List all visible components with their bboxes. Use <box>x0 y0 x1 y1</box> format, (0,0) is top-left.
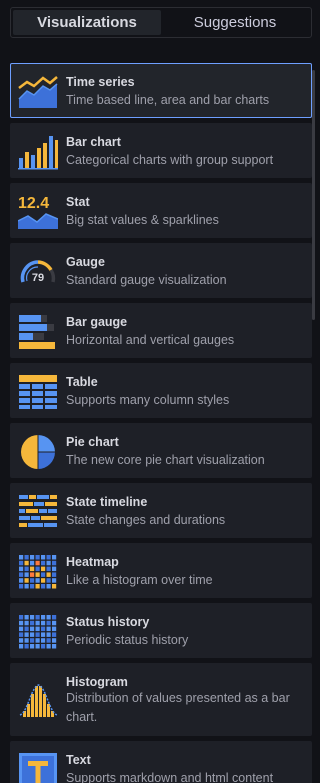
bar-gauge-icon <box>19 315 55 349</box>
viz-card-state-timeline[interactable]: State timeline State changes and duratio… <box>10 483 312 538</box>
viz-card-status-history[interactable]: Status history Periodic status history <box>10 603 312 658</box>
viz-title: Table <box>66 375 98 389</box>
gauge-icon: 79 <box>20 260 56 284</box>
visualization-picker: Visualizations Suggestions Time series T… <box>0 0 316 783</box>
viz-card-text[interactable]: Text Supports markdown and html content <box>10 741 312 783</box>
text-icon <box>19 753 57 783</box>
viz-card-bar-chart[interactable]: Bar chart Categorical charts with group … <box>10 123 312 178</box>
viz-title: Heatmap <box>66 555 119 569</box>
viz-card-bar-gauge[interactable]: Bar gauge Horizontal and vertical gauges <box>10 303 312 358</box>
heatmap-icon <box>19 555 57 589</box>
histogram-icon <box>19 684 58 717</box>
viz-description: Horizontal and vertical gauges <box>66 333 235 347</box>
viz-title: Time series <box>66 75 135 89</box>
viz-title: State timeline <box>66 495 148 509</box>
viz-card-stat[interactable]: 12.4 Stat Big stat values & sparklines <box>10 183 312 238</box>
tab-bar: Visualizations Suggestions <box>10 7 312 38</box>
viz-description: Periodic status history <box>66 633 189 647</box>
viz-title: Stat <box>66 195 90 209</box>
viz-description: State changes and durations <box>66 513 226 527</box>
viz-title: Bar gauge <box>66 315 128 329</box>
viz-title: Status history <box>66 615 150 629</box>
viz-card-table[interactable]: Table Supports many column styles <box>10 363 312 418</box>
viz-description: Like a histogram over time <box>66 573 213 587</box>
viz-title: Bar chart <box>66 135 121 149</box>
viz-card-pie-chart[interactable]: Pie chart The new core pie chart visuali… <box>10 423 312 478</box>
table-icon <box>19 375 57 409</box>
gauge-icon-value: 79 <box>32 272 44 284</box>
time-series-icon <box>18 76 58 108</box>
viz-description: Big stat values & sparklines <box>66 213 219 227</box>
scrollbar-thumb[interactable] <box>312 70 315 320</box>
viz-description: Categorical charts with group support <box>66 153 274 167</box>
bar-chart-icon <box>18 136 58 170</box>
viz-card-gauge[interactable]: 79 Gauge Standard gauge visualization <box>10 243 312 298</box>
status-history-icon <box>19 615 57 649</box>
viz-title: Pie chart <box>66 435 119 449</box>
viz-title: Histogram <box>66 675 128 689</box>
viz-description: The new core pie chart visualization <box>66 453 265 467</box>
viz-title: Text <box>66 753 91 767</box>
viz-description: Supports many column styles <box>66 393 230 407</box>
viz-title: Gauge <box>66 255 105 269</box>
tab-visualizations[interactable]: Visualizations <box>13 10 161 35</box>
stat-icon-value: 12.4 <box>18 195 49 212</box>
viz-card-heatmap[interactable]: Heatmap Like a histogram over time <box>10 543 312 598</box>
viz-card-time-series[interactable]: Time series Time based line, area and ba… <box>10 63 312 118</box>
viz-description: Supports markdown and html content <box>66 771 274 783</box>
state-timeline-icon <box>19 495 57 527</box>
viz-description: Distribution of values presented as a ba… <box>66 691 290 724</box>
viz-description: Standard gauge visualization <box>66 273 227 287</box>
tab-suggestions[interactable]: Suggestions <box>161 10 309 35</box>
viz-description: Time based line, area and bar charts <box>66 93 270 107</box>
stat-icon: 12.4 <box>18 195 58 229</box>
pie-chart-icon <box>21 435 55 469</box>
viz-card-histogram[interactable]: Histogram Distribution of values present… <box>10 663 312 736</box>
